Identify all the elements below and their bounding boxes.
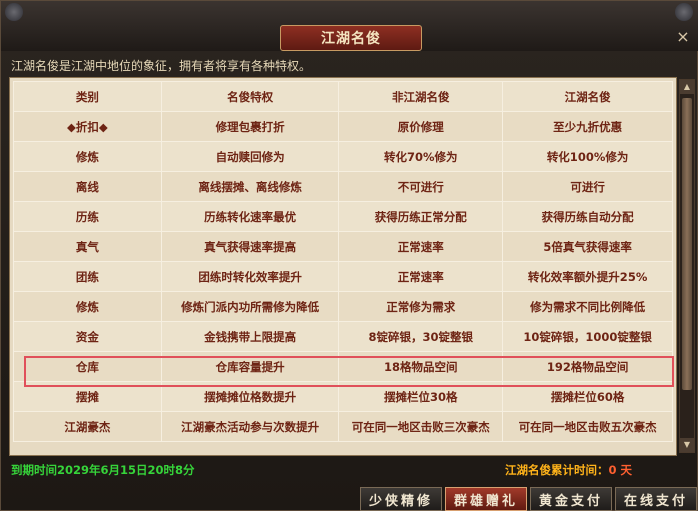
table-row: ◆折扣◆ 修理包裹打折 原价修理 至少九折优惠 xyxy=(13,111,673,142)
table-cell: 名俊特权 xyxy=(160,81,340,112)
table-cell: 获得历练正常分配 xyxy=(338,201,504,232)
table-cell: 5倍真气获得速率 xyxy=(502,231,673,262)
close-button[interactable]: × xyxy=(673,27,693,47)
tab-2[interactable]: 黄金支付 xyxy=(530,487,612,511)
table-row: 历练 历练转化速率最优 获得历练正常分配 获得历练自动分配 xyxy=(13,201,673,232)
table-cell: 192格物品空间 xyxy=(502,351,673,382)
table-cell: 修炼 xyxy=(13,141,162,172)
table-cell: 资金 xyxy=(13,321,162,352)
tab-3[interactable]: 在线支付 xyxy=(615,487,697,511)
table-cell: 仓库 xyxy=(13,351,162,382)
table-cell: 江湖名俊 xyxy=(502,81,673,112)
table-cell: 摆摊摊位格数提升 xyxy=(160,381,340,412)
table-cell: 团练时转化效率提升 xyxy=(160,261,340,292)
table-cell: 自动赎回修为 xyxy=(160,141,340,172)
table-cell: 获得历练自动分配 xyxy=(502,201,673,232)
table-cell: 类别 xyxy=(13,81,162,112)
accumulated-time-label: 江湖名俊累计时间： xyxy=(505,463,609,477)
table-cell: 真气 xyxy=(13,231,162,262)
table-cell: 至少九折优惠 xyxy=(502,111,673,142)
scrollbar[interactable]: ▲ ▼ xyxy=(679,79,695,453)
scroll-down-arrow-icon[interactable]: ▼ xyxy=(680,438,694,452)
table-cell: 金钱携带上限提高 xyxy=(160,321,340,352)
table-cell: 历练转化速率最优 xyxy=(160,201,340,232)
table-cell: 江湖豪杰活动参与次数提升 xyxy=(160,411,340,442)
table-cell: 摆摊栏位30格 xyxy=(338,381,504,412)
table-header-row: 类别 名俊特权 非江湖名俊 江湖名俊 xyxy=(13,81,673,112)
table-row: 仓库 仓库容量提升 18格物品空间 192格物品空间 xyxy=(13,351,673,382)
table-cell: 摆摊 xyxy=(13,381,162,412)
tab-1[interactable]: 群雄赠礼 xyxy=(445,487,527,511)
table-cell: 江湖豪杰 xyxy=(13,411,162,442)
table-cell: 摆摊栏位60格 xyxy=(502,381,673,412)
table-row: 资金 金钱携带上限提高 8锭碎银，30锭整银 10锭碎银，1000锭整银 xyxy=(13,321,673,352)
privilege-table: 类别 名俊特权 非江湖名俊 江湖名俊 ◆折扣◆ 修理包裹打折 原价修理 至少九折优惠 修炼 自动赎… xyxy=(13,81,673,442)
table-row: 修炼 修炼门派内功所需修为降低 正常修为需求 修为需求不同比例降低 xyxy=(13,291,673,322)
table-row: 江湖豪杰 江湖豪杰活动参与次数提升 可在同一地区击败三次豪杰 可在同一地区击败五次豪杰 xyxy=(13,411,673,442)
table-cell: ◆折扣◆ xyxy=(13,111,162,142)
table-cell: 正常速率 xyxy=(338,261,504,292)
table-cell: 8锭碎银，30锭整银 xyxy=(338,321,504,352)
accumulated-time-value: 0 天 xyxy=(608,463,633,477)
table-row: 离线 离线摆摊、离线修炼 不可进行 可进行 xyxy=(13,171,673,202)
accumulated-time: 江湖名俊累计时间：0 天 xyxy=(505,462,632,478)
table-cell: 仓库容量提升 xyxy=(160,351,340,382)
table-cell: 转化效率额外提升25% xyxy=(502,261,673,292)
table-cell: 可在同一地区击败五次豪杰 xyxy=(502,411,673,442)
table-cell: 历练 xyxy=(13,201,162,232)
table-cell: 非江湖名俊 xyxy=(338,81,504,112)
table-cell: 转化100%修为 xyxy=(502,141,673,172)
table-cell: 转化70%修为 xyxy=(338,141,504,172)
privilege-table-panel: 类别 名俊特权 非江湖名俊 江湖名俊 ◆折扣◆ 修理包裹打折 原价修理 至少九折优惠 修炼 自动赎… xyxy=(9,77,677,456)
corner-ornament-left-icon xyxy=(5,3,23,21)
table-cell: 正常修为需求 xyxy=(338,291,504,322)
table-cell: 离线 xyxy=(13,171,162,202)
table-cell: 原价修理 xyxy=(338,111,504,142)
window-title: 江湖名俊 xyxy=(280,25,422,51)
bottom-tab-bar: 少侠精修 群雄赠礼 黄金支付 在线支付 xyxy=(360,487,697,511)
table-cell: 正常速率 xyxy=(338,231,504,262)
jianghu-mingjun-window: 江湖名俊 × 江湖名俊是江湖中地位的象征，拥有者将享有各种特权。 类别 名俊特权非… xyxy=(0,0,698,511)
table-cell: 不可进行 xyxy=(338,171,504,202)
table-cell: 修为需求不同比例降低 xyxy=(502,291,673,322)
expire-time-text: 到期时间2029年6月15日20时8分 xyxy=(11,463,195,477)
table-row: 真气 真气获得速率提高 正常速率 5倍真气获得速率 xyxy=(13,231,673,262)
table-row: 团练 团练时转化效率提升 正常速率 转化效率额外提升25% xyxy=(13,261,673,292)
table-cell: 修炼 xyxy=(13,291,162,322)
description-text: 江湖名俊是江湖中地位的象征，拥有者将享有各种特权。 xyxy=(11,59,312,73)
table-cell: 可进行 xyxy=(502,171,673,202)
tab-0[interactable]: 少侠精修 xyxy=(360,487,442,511)
table-cell: 团练 xyxy=(13,261,162,292)
title-bar: 江湖名俊 × xyxy=(1,1,698,51)
table-cell: 可在同一地区击败三次豪杰 xyxy=(338,411,504,442)
table-cell: 真气获得速率提高 xyxy=(160,231,340,262)
table-cell: 修炼门派内功所需修为降低 xyxy=(160,291,340,322)
table-row: 摆摊 摆摊摊位格数提升 摆摊栏位30格 摆摊栏位60格 xyxy=(13,381,673,412)
corner-ornament-right-icon xyxy=(675,3,693,21)
table-cell: 18格物品空间 xyxy=(338,351,504,382)
scroll-thumb[interactable] xyxy=(682,98,692,390)
scroll-up-arrow-icon[interactable]: ▲ xyxy=(680,80,694,94)
table-cell: 10锭碎银，1000锭整银 xyxy=(502,321,673,352)
table-cell: 修理包裹打折 xyxy=(160,111,340,142)
table-cell: 离线摆摊、离线修炼 xyxy=(160,171,340,202)
table-row: 修炼 自动赎回修为 转化70%修为 转化100%修为 xyxy=(13,141,673,172)
